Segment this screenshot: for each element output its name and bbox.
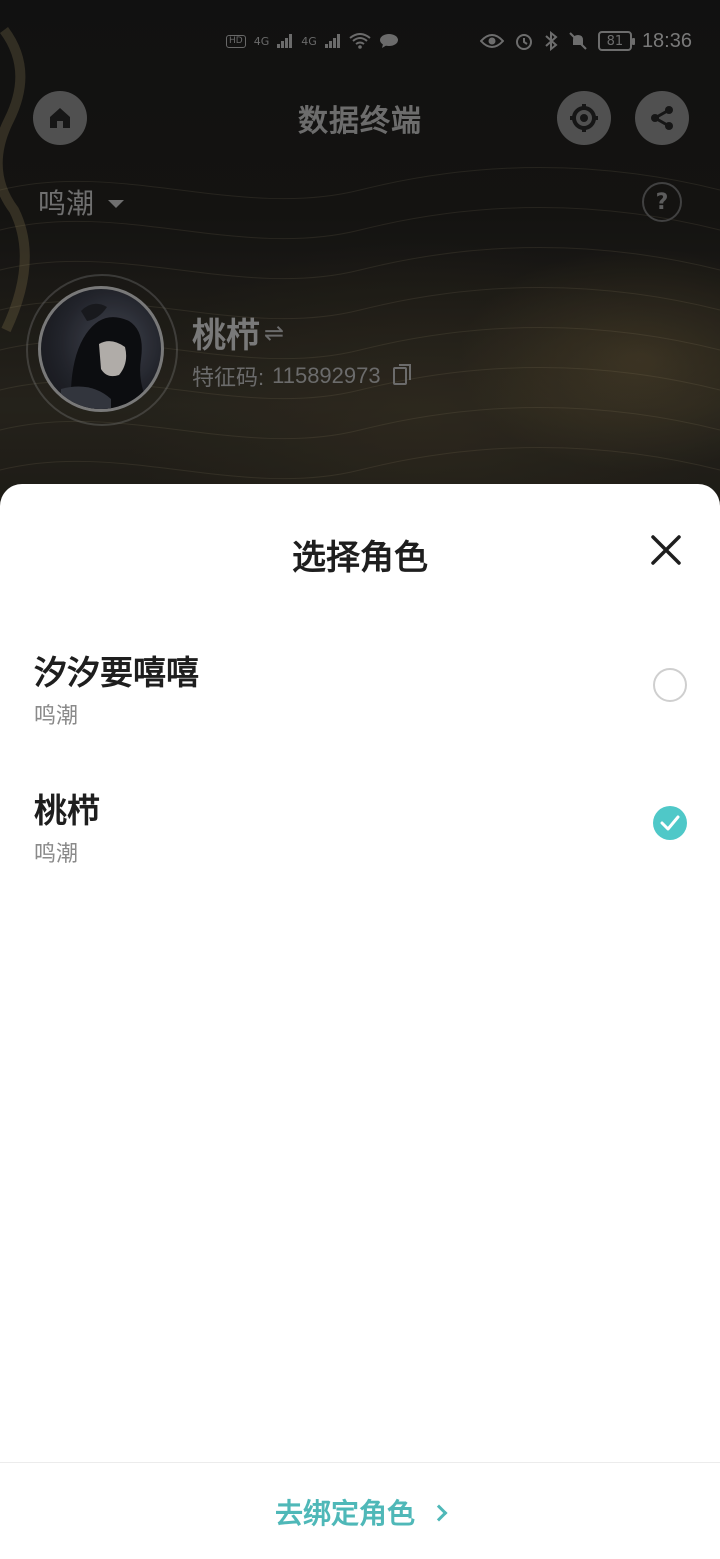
bind-role-label: 去绑定角色 [274,1497,415,1530]
role-name: 汐汐要嘻嘻 [34,653,199,692]
close-button[interactable] [646,530,686,570]
role-item[interactable]: 桃栉 鸣潮 [0,784,720,894]
role-game: 鸣潮 [34,842,79,867]
role-name: 桃栉 [34,791,100,830]
chevron-right-icon [430,1504,448,1522]
overlay-dim[interactable] [0,0,720,540]
sheet-title: 选择角色 [292,538,428,578]
select-role-sheet: 选择角色 汐汐要嘻嘻 鸣潮 桃栉 鸣潮 去绑定角色 [0,484,720,1559]
check-icon [660,815,680,831]
radio-unchecked-icon[interactable] [653,668,687,702]
close-icon [651,535,681,565]
role-item[interactable]: 汐汐要嘻嘻 鸣潮 [0,646,720,756]
bind-role-link[interactable]: 去绑定角色 [0,1492,720,1532]
footer-divider [0,1462,720,1463]
radio-checked-icon[interactable] [653,806,687,840]
role-game: 鸣潮 [34,704,79,729]
